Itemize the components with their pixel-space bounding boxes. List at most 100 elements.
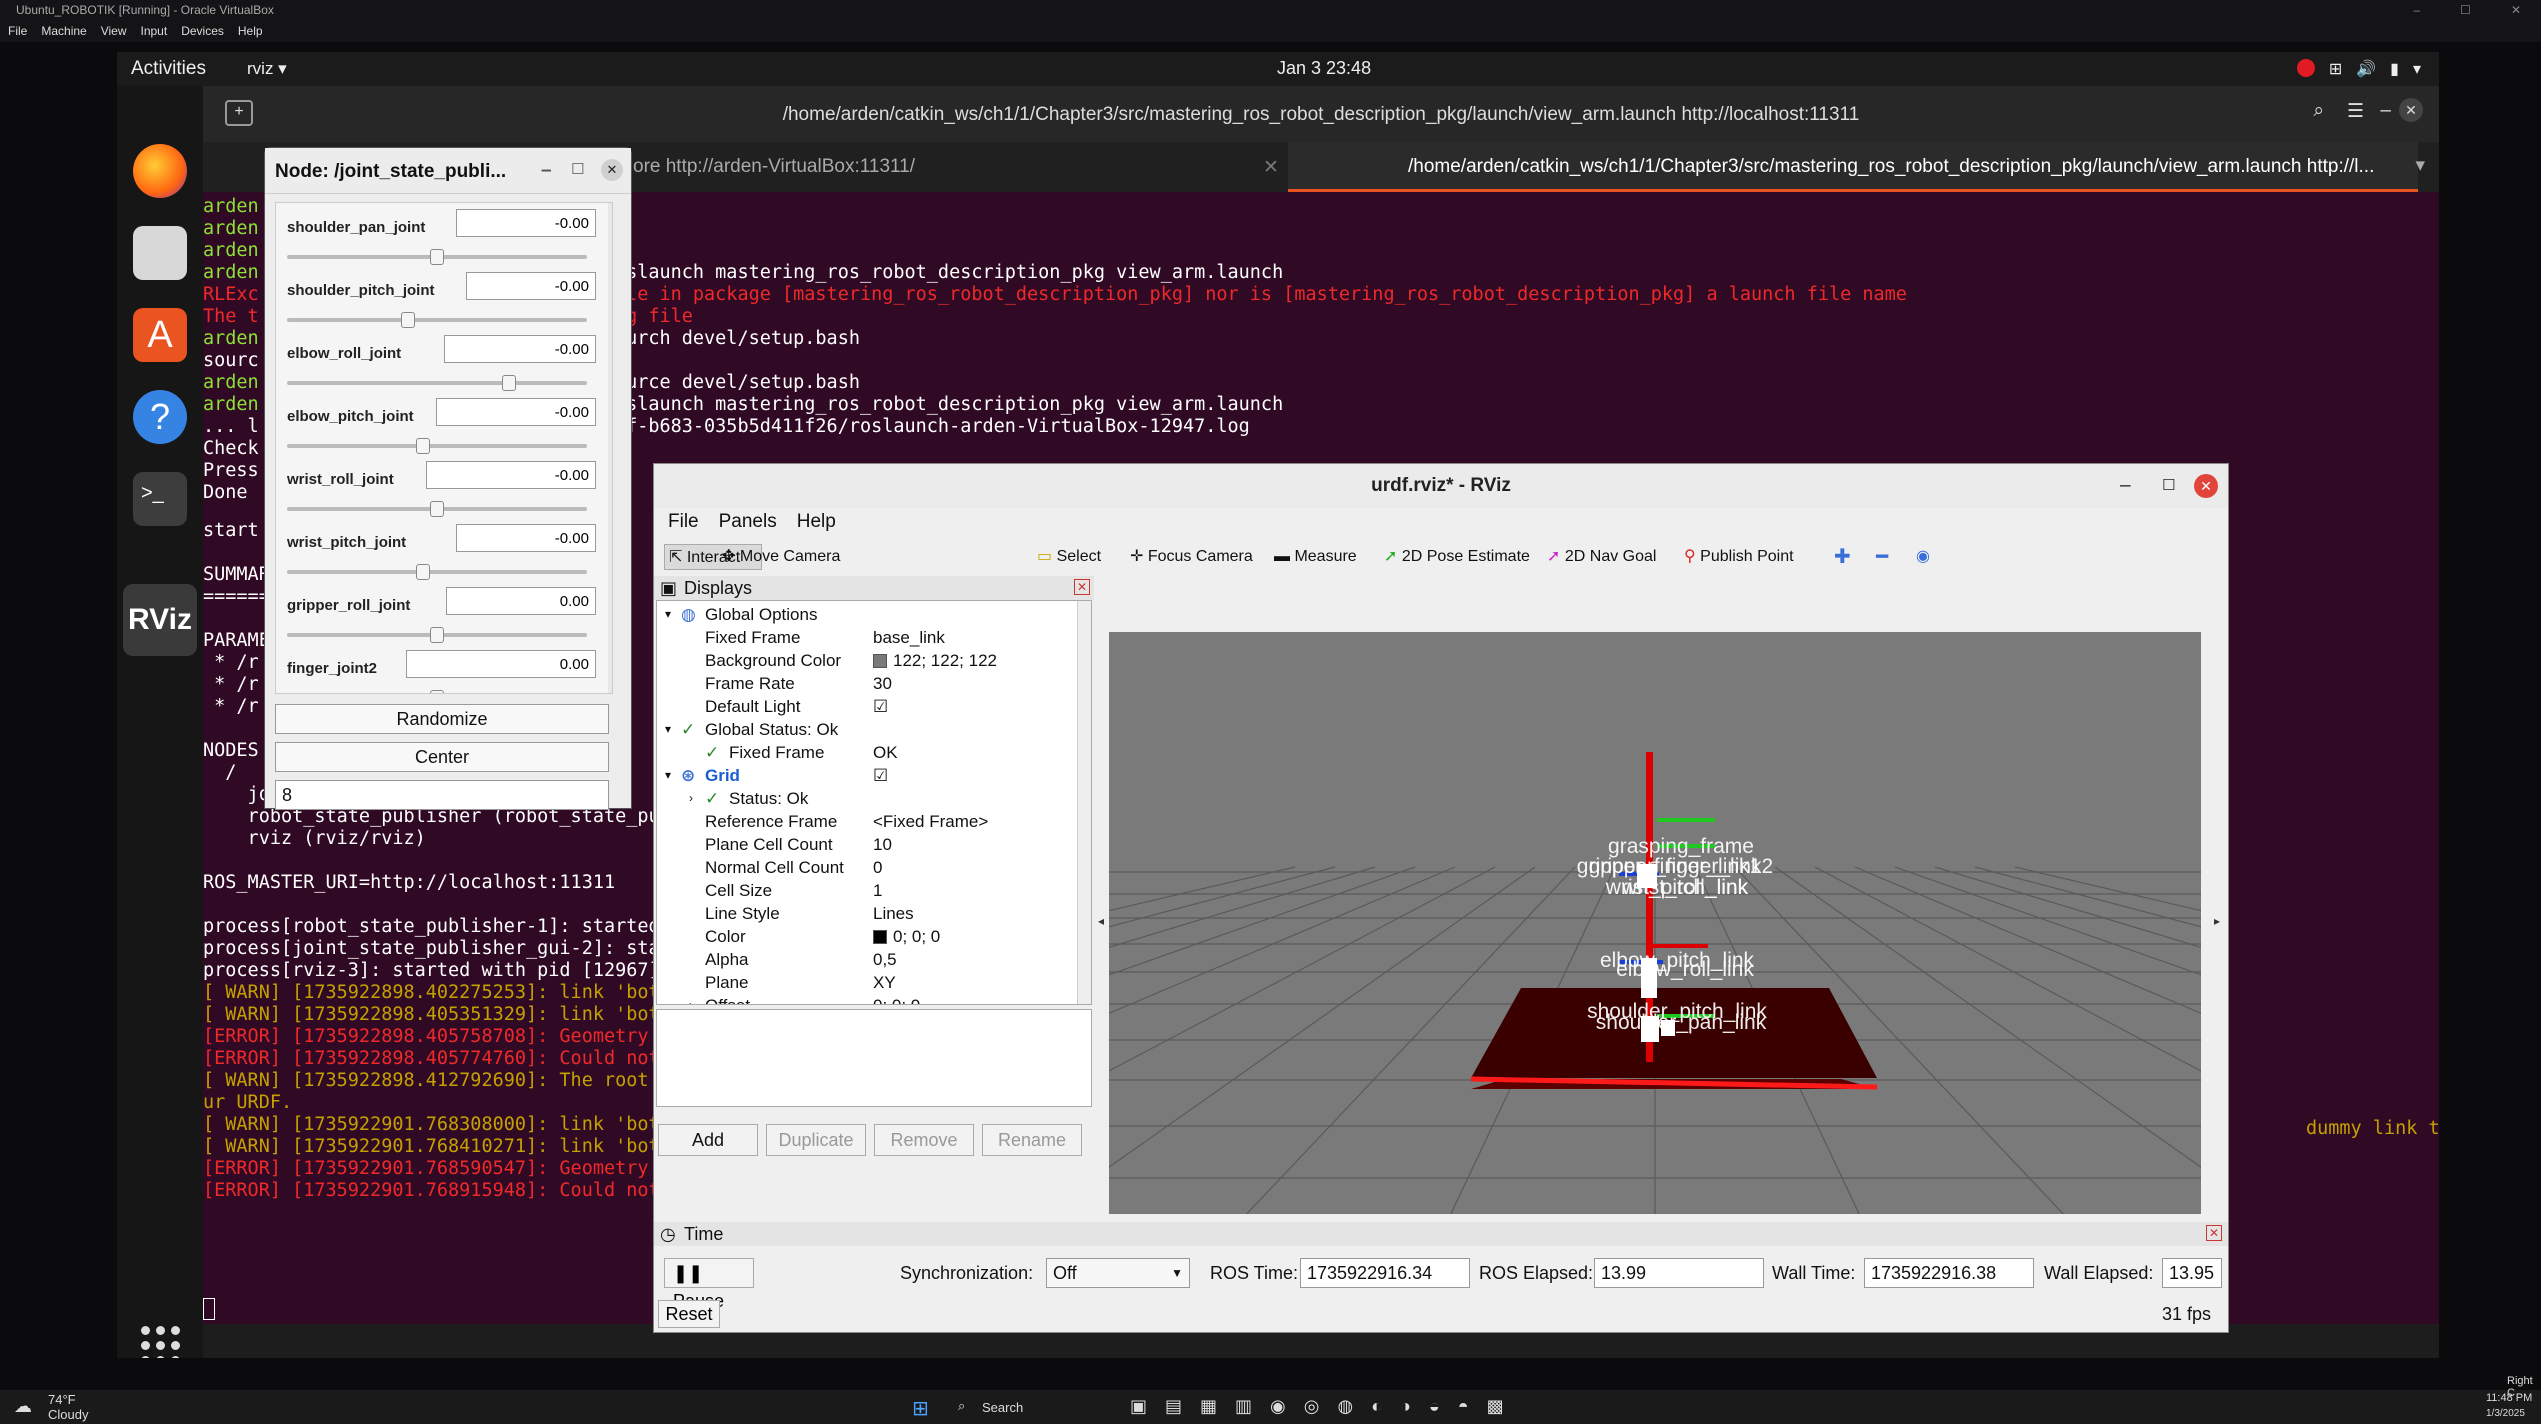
tab-close-icon[interactable]: ✕ [1263, 156, 1279, 179]
property-row[interactable]: Default Light ☑ [657, 695, 1087, 718]
vbox-menu-machine[interactable]: Machine [41, 20, 86, 42]
terminal-icon[interactable]: >_ [133, 472, 187, 526]
property-value-cell[interactable]: 1 [873, 879, 882, 902]
rviz-menu-panels[interactable]: Panels [719, 511, 777, 533]
slider-handle[interactable] [415, 564, 430, 580]
close-icon[interactable]: ✕ [2194, 474, 2218, 498]
pose-estimate-tool[interactable]: ➚ 2D Pose Estimate [1384, 544, 1530, 570]
joint-value-field[interactable]: -0.00 [456, 209, 596, 237]
tree-scrollbar[interactable] [1077, 601, 1091, 1004]
property-value-cell[interactable]: 0; 0; 0 [873, 925, 940, 948]
search-icon[interactable]: ⌕ [2313, 100, 2324, 122]
3d-scene[interactable]: grasping_framegripper_finger_link2grippe… [1109, 632, 2201, 1214]
expand-arrow-icon[interactable]: ▾ [665, 764, 671, 787]
property-row[interactable]: Normal Cell Count 0 [657, 856, 1087, 879]
joint-value-field[interactable]: -0.00 [456, 524, 596, 552]
rviz-menu-help[interactable]: Help [797, 511, 836, 533]
weather-icon[interactable]: ☁ [14, 1396, 32, 1417]
vbox-menu-devices[interactable]: Devices [181, 20, 224, 42]
property-value-cell[interactable]: base_link [873, 626, 945, 649]
property-value-cell[interactable]: 0; 0; 0 [873, 994, 920, 1004]
panel-close-icon[interactable]: ✕ [2206, 1225, 2222, 1241]
close-icon[interactable]: ✕ [2399, 98, 2423, 122]
wall-time-field[interactable]: 1735922916.38 [1864, 1258, 2034, 1288]
vbox-menu-view[interactable]: View [101, 20, 127, 42]
add-tool-icon[interactable]: ✚ [1834, 544, 1851, 570]
select-tool[interactable]: ▭ Select [1037, 544, 1101, 570]
joint-value-field[interactable]: -0.00 [444, 335, 596, 363]
joint-list-scrollbar[interactable] [608, 203, 612, 693]
slider-handle[interactable] [415, 438, 430, 454]
terminal-tab-2[interactable]: /home/arden/catkin_ws/ch1/1/Chapter3/src… [1288, 142, 2418, 192]
collapse-right-icon[interactable]: ▸ [2214, 914, 2220, 928]
hamburger-menu-icon[interactable]: ☰ [2347, 100, 2364, 123]
property-row[interactable]: Cell Size 1 [657, 879, 1087, 902]
joint-slider[interactable] [287, 501, 587, 517]
joint-count-spinbox[interactable]: 8 [275, 780, 609, 810]
minimize-icon[interactable]: – [2120, 464, 2131, 508]
property-row[interactable]: Frame Rate 30 [657, 672, 1087, 695]
close-icon[interactable]: ✕ [601, 159, 623, 181]
sync-select[interactable]: Off ▼ [1046, 1258, 1190, 1288]
reset-button[interactable]: Reset [658, 1300, 720, 1328]
files-icon[interactable] [133, 226, 187, 280]
close-icon[interactable]: ✕ [2511, 0, 2521, 20]
slider-handle[interactable] [401, 312, 416, 328]
windows-start-icon[interactable]: ⊞ [912, 1396, 929, 1421]
maximize-icon[interactable]: ☐ [571, 160, 584, 178]
property-row[interactable]: Color 0; 0; 0 [657, 925, 1087, 948]
slider-handle[interactable] [430, 627, 444, 643]
add-display-button[interactable]: Add [658, 1124, 758, 1156]
joint-slider[interactable] [287, 375, 587, 391]
slider-handle[interactable] [501, 375, 516, 391]
joint-list[interactable]: shoulder_pan_joint -0.00 shoulder_pitch_jo… [275, 202, 613, 694]
minimize-icon[interactable]: – [541, 160, 552, 182]
rviz-icon[interactable]: RViz [123, 584, 197, 656]
property-value-cell[interactable]: 30 [873, 672, 892, 695]
joint-value-field[interactable]: 0.00 [406, 650, 596, 678]
property-value-cell[interactable]: OK [873, 741, 898, 764]
tool-properties-icon[interactable]: ◉ [1916, 544, 1930, 570]
app-menu[interactable]: rviz ▾ [247, 59, 287, 79]
property-row[interactable]: Alpha 0,5 [657, 948, 1087, 971]
joint-slider[interactable] [287, 564, 587, 580]
property-row[interactable]: Line Style Lines [657, 902, 1087, 925]
joint-state-publisher-window[interactable]: Node: /joint_state_publi... – ☐ ✕ should… [265, 148, 631, 810]
property-row[interactable]: ▾ ◍ Global Options [657, 603, 1087, 626]
property-value-cell[interactable]: ☑ [873, 695, 888, 718]
joint-slider[interactable] [287, 249, 587, 265]
activities-button[interactable]: Activities [131, 58, 206, 80]
remove-display-button[interactable]: Remove [874, 1124, 974, 1156]
vbox-menu-input[interactable]: Input [141, 20, 168, 42]
joint-value-field[interactable]: -0.00 [436, 398, 596, 426]
ros-time-field[interactable]: 1735922916.34 [1300, 1258, 1470, 1288]
property-value-cell[interactable]: Lines [873, 902, 914, 925]
property-row[interactable]: ✓ Fixed Frame OK [657, 741, 1087, 764]
remove-tool-icon[interactable]: ━ [1876, 544, 1888, 570]
property-value-cell[interactable]: <Fixed Frame> [873, 810, 988, 833]
3d-viewport[interactable]: grasping_frame gripper_finger_link2 grippe… [1109, 632, 2201, 1214]
pause-button[interactable]: ❚❚ Pause [664, 1258, 754, 1311]
tabs-menu-icon[interactable]: ▾ [2415, 154, 2425, 177]
property-value-cell[interactable]: 10 [873, 833, 892, 856]
slider-handle[interactable] [430, 249, 444, 265]
collapse-left-icon[interactable]: ◂ [1098, 914, 1104, 928]
vbox-menu-file[interactable]: File [8, 20, 27, 42]
joint-slider[interactable] [287, 312, 587, 328]
minimize-icon[interactable]: – [2380, 100, 2391, 122]
rviz-window[interactable]: urdf.rviz* - RViz – ☐ ✕ File Panels Help… [654, 464, 2228, 1332]
randomize-button[interactable]: Randomize [275, 704, 609, 734]
property-row[interactable]: Plane XY [657, 971, 1087, 994]
joint-value-field[interactable]: -0.00 [466, 272, 596, 300]
joint-value-field[interactable]: -0.00 [426, 461, 596, 489]
ros-elapsed-field[interactable]: 13.99 [1594, 1258, 1764, 1288]
property-row[interactable]: Plane Cell Count 10 [657, 833, 1087, 856]
property-row[interactable]: ▾ ✓ Global Status: Ok [657, 718, 1087, 741]
property-row[interactable]: Fixed Frame base_link [657, 626, 1087, 649]
minimize-icon[interactable]: – [2413, 0, 2420, 20]
property-row[interactable]: Reference Frame <Fixed Frame> [657, 810, 1087, 833]
joint-value-field[interactable]: 0.00 [446, 587, 596, 615]
focus-camera-tool[interactable]: ✛ Focus Camera [1130, 544, 1253, 570]
duplicate-display-button[interactable]: Duplicate [766, 1124, 866, 1156]
system-tray[interactable]: ⊞ 🔊 ▮ ▾ [2296, 59, 2421, 79]
